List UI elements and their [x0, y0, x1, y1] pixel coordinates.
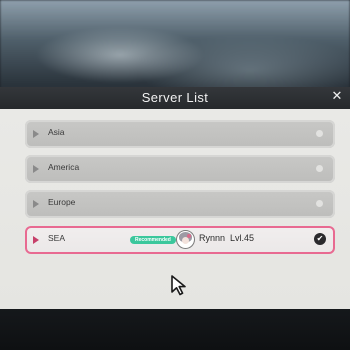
- mouse-cursor-icon: [171, 275, 186, 296]
- player-name: Rynnn: [199, 233, 226, 243]
- dialog-title: Server List: [141, 90, 209, 105]
- server-name: Europe: [48, 197, 76, 207]
- arrow-icon: [33, 236, 39, 244]
- avatar: [177, 231, 194, 248]
- server-name: SEA: [48, 233, 66, 243]
- server-row-asia[interactable]: Asia: [25, 120, 335, 148]
- server-name: Asia: [48, 127, 65, 137]
- recommended-badge: Recommended: [130, 236, 176, 244]
- status-dot: [316, 130, 323, 137]
- arrow-icon: [33, 165, 39, 173]
- arrow-icon: [33, 200, 39, 208]
- status-dot: [316, 200, 323, 207]
- server-row-sea[interactable]: SEA Recommended Rynnn Lvl.45 ✔: [25, 226, 335, 254]
- arrow-icon: [33, 130, 39, 138]
- title-bar: Server List ✕: [0, 87, 350, 109]
- player-level: Lvl.45: [230, 233, 255, 243]
- bottom-background: [0, 309, 350, 350]
- check-icon: ✔: [314, 233, 326, 245]
- server-row-europe[interactable]: Europe: [25, 190, 335, 218]
- server-row-america[interactable]: America: [25, 155, 335, 183]
- server-name: America: [48, 162, 80, 172]
- close-icon[interactable]: ✕: [330, 90, 344, 104]
- status-dot: [316, 165, 323, 172]
